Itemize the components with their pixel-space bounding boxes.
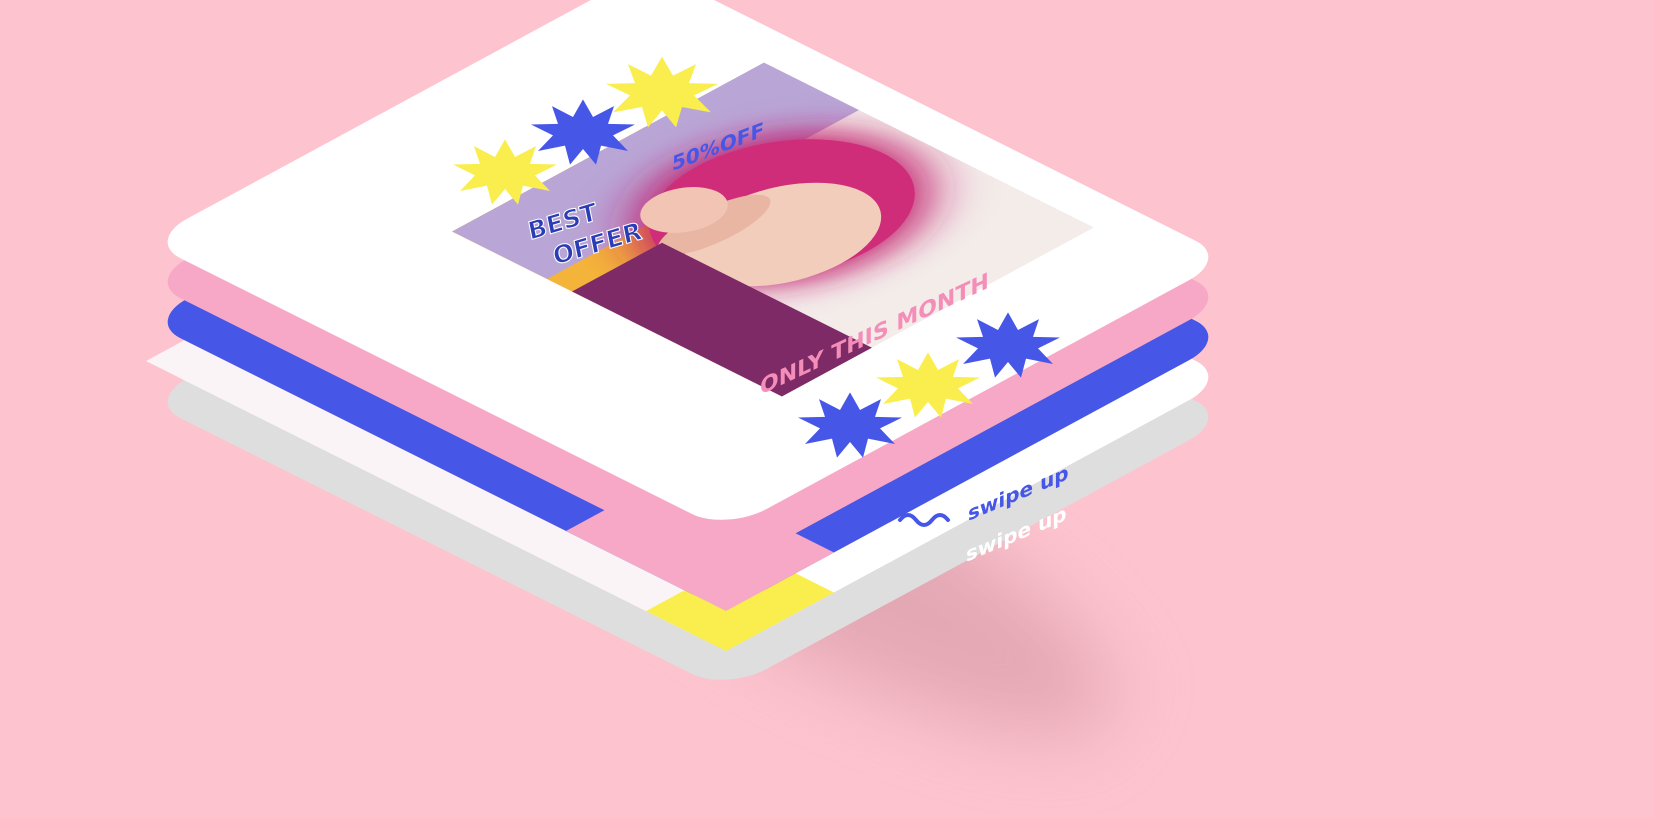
story-templates-mockup: LO S swipe up swipe up (0, 0, 1654, 813)
